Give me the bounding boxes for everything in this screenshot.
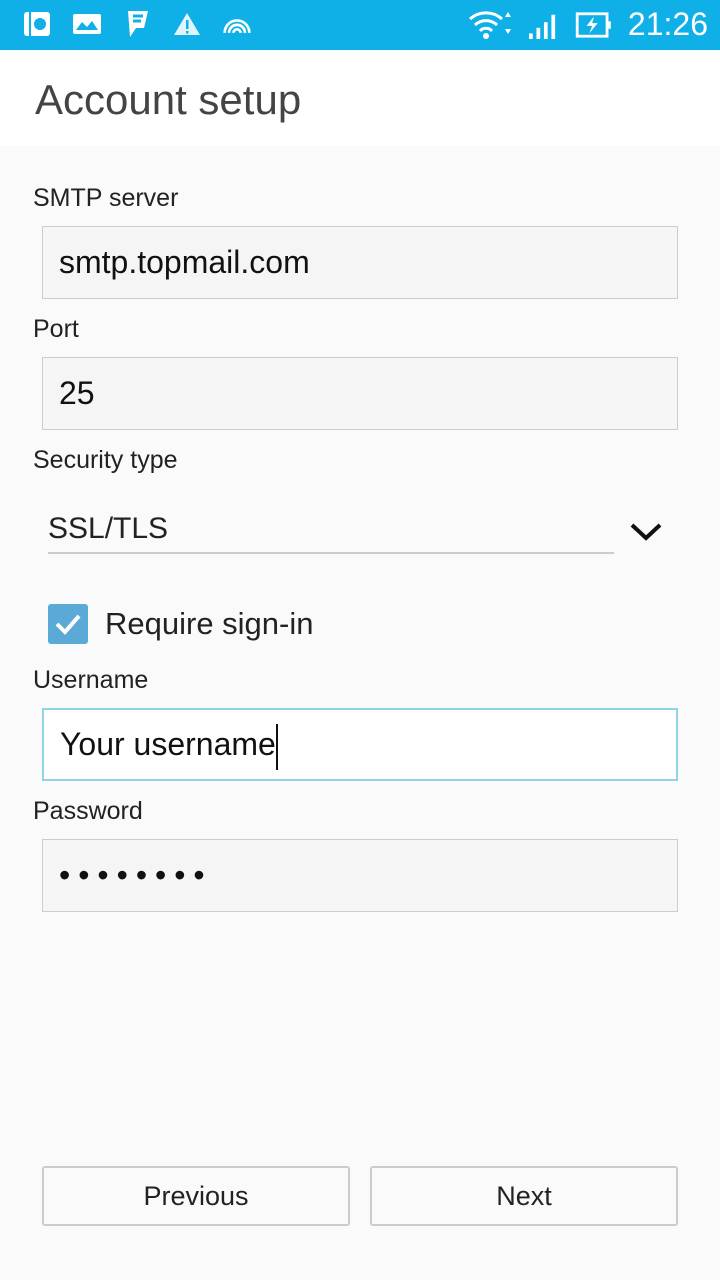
username-input[interactable]: Your username <box>42 708 678 781</box>
warning-icon <box>174 13 200 35</box>
page-title: Account setup <box>35 76 302 123</box>
app-header: Account setup <box>0 50 720 146</box>
smtp-server-input[interactable]: smtp.topmail.com <box>42 226 678 299</box>
require-signin-label[interactable]: Require sign-in <box>105 606 314 642</box>
security-type-dropdown[interactable]: SSL/TLS <box>48 512 614 554</box>
wifi-icon <box>468 10 511 39</box>
clock-time: 21:26 <box>627 6 708 42</box>
password-input[interactable]: •••••••• <box>42 839 678 912</box>
foursquare-icon <box>128 11 148 37</box>
text-caret <box>275 723 278 770</box>
smtp-server-label: SMTP server <box>33 184 179 212</box>
chevron-down-icon[interactable] <box>628 520 664 544</box>
require-signin-checkbox[interactable] <box>48 604 88 644</box>
nfc-icon <box>223 19 251 34</box>
security-type-label: Security type <box>33 446 178 474</box>
gallery-icon <box>73 14 101 34</box>
port-label: Port <box>33 315 79 343</box>
next-button[interactable]: Next <box>370 1166 678 1226</box>
username-label: Username <box>33 666 149 694</box>
previous-button[interactable]: Previous <box>42 1166 350 1226</box>
signal-icon <box>528 14 556 39</box>
status-bar: 21:26 <box>0 0 720 50</box>
username-value: Your username <box>60 726 276 762</box>
battery-charging-icon <box>575 11 611 38</box>
clock-app-icon <box>24 12 50 36</box>
port-input[interactable]: 25 <box>42 357 678 430</box>
security-type-value: SSL/TLS <box>48 512 169 545</box>
checkmark-icon <box>55 614 81 635</box>
password-label: Password <box>33 797 143 825</box>
